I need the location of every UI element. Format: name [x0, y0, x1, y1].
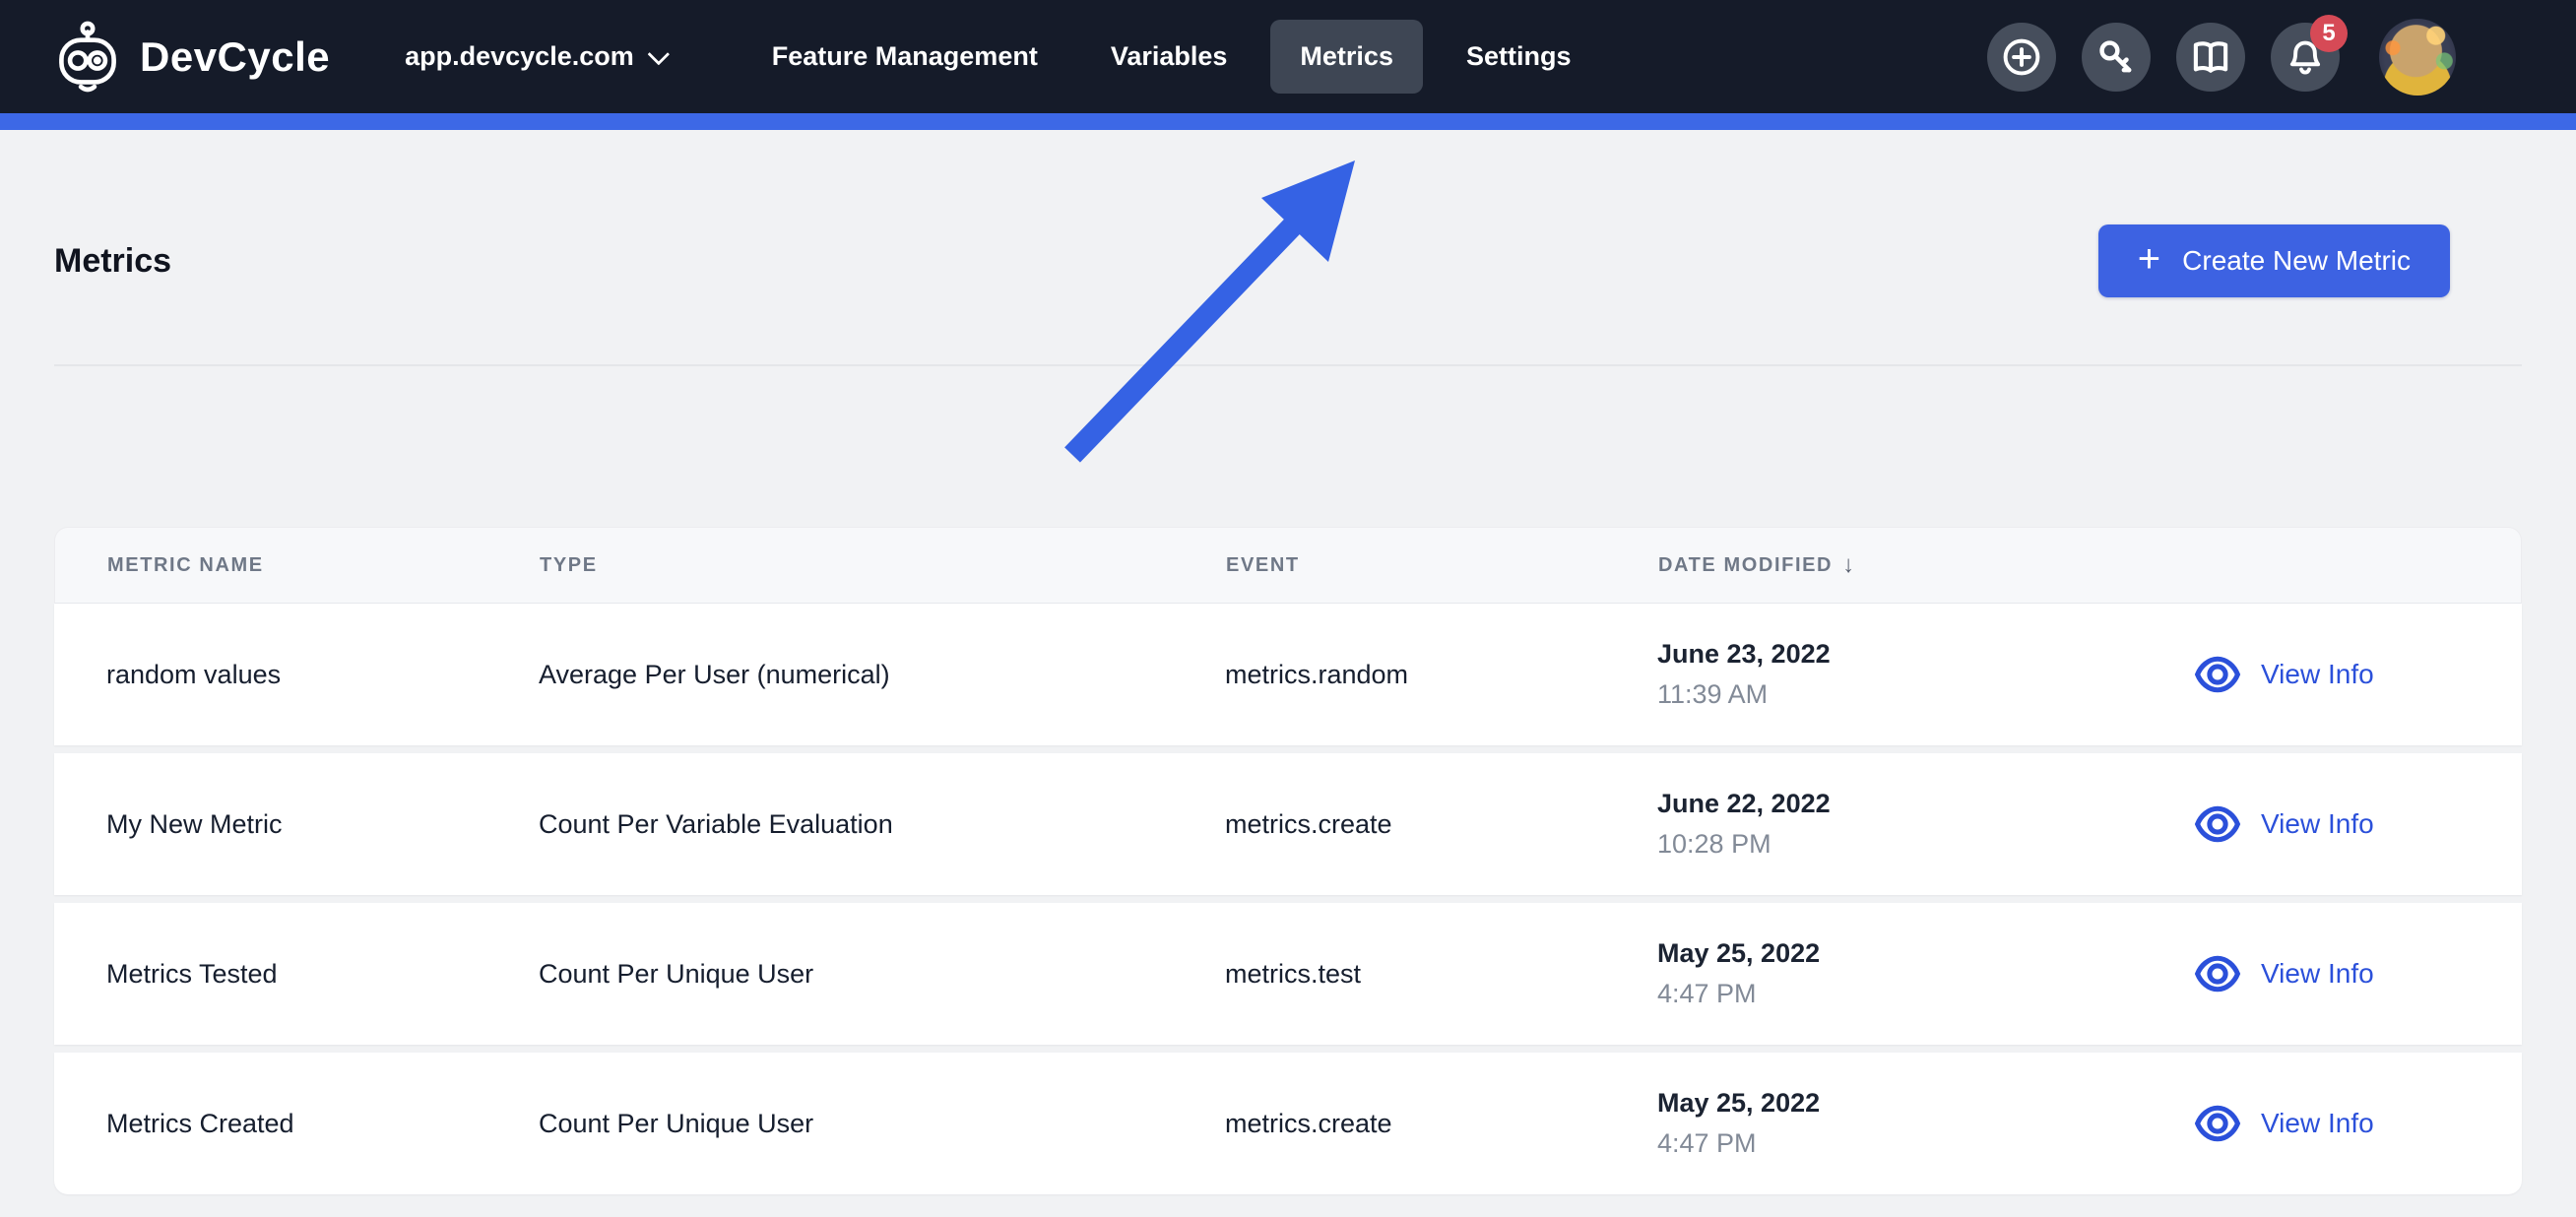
chevron-down-icon [647, 42, 670, 65]
notifications-button[interactable]: 5 [2271, 14, 2348, 92]
metric-name-cell: Metrics Created [106, 1108, 294, 1138]
nav-settings[interactable]: Settings [1437, 20, 1601, 94]
date-modified-cell: June 22, 2022 10:28 PM [1657, 789, 1831, 859]
view-info-link[interactable]: View Info [2194, 651, 2482, 698]
metrics-page: Metrics + Create New Metric Metric Name … [0, 130, 2576, 1194]
date-modified-cell: June 23, 2022 11:39 AM [1657, 639, 1831, 709]
table-body: random values Average Per User (numerica… [54, 604, 2522, 1194]
table-row: random values Average Per User (numerica… [54, 604, 2522, 745]
metric-name-cell: Metrics Tested [106, 958, 278, 989]
notification-badge: 5 [2310, 14, 2348, 52]
create-new-metric-label: Create New Metric [2182, 245, 2411, 276]
metric-type-cell: Count Per Variable Evaluation [539, 808, 893, 839]
api-keys-button[interactable] [2082, 22, 2151, 92]
metric-type-cell: Average Per User (numerical) [539, 659, 890, 689]
org-selector[interactable]: app.devcycle.com [405, 41, 670, 72]
column-header-date-modified[interactable]: Date Modified ↓ [1658, 551, 2195, 579]
key-icon [2099, 39, 2132, 72]
add-button[interactable] [1987, 22, 2056, 92]
date-modified-cell: May 25, 2022 4:47 PM [1657, 938, 1821, 1008]
page-title: Metrics [54, 241, 172, 280]
nav-variables[interactable]: Variables [1081, 20, 1257, 94]
create-new-metric-button[interactable]: + Create New Metric [2097, 224, 2450, 297]
accent-strip [0, 113, 2576, 130]
view-info-link[interactable]: View Info [2194, 950, 2482, 997]
metric-type-cell: Count Per Unique User [539, 958, 814, 989]
book-open-icon [2193, 40, 2228, 73]
eye-icon [2194, 955, 2241, 993]
user-avatar[interactable] [2379, 18, 2456, 96]
table-row: Metrics Created Count Per Unique User me… [54, 1053, 2522, 1194]
metric-event-cell: metrics.create [1225, 808, 1392, 839]
metric-event-cell: metrics.create [1225, 1108, 1392, 1138]
devcycle-robot-icon [59, 21, 116, 92]
metric-name-cell: random values [106, 659, 282, 689]
nav-feature-management[interactable]: Feature Management [742, 20, 1067, 94]
eye-icon [2194, 1105, 2241, 1142]
table-header-row: Metric Name Type Event Date Modified ↓ [54, 527, 2522, 604]
sort-desc-icon: ↓ [1842, 551, 1856, 578]
metric-event-cell: metrics.random [1225, 659, 1409, 689]
metrics-table: Metric Name Type Event Date Modified ↓ r… [54, 527, 2522, 1194]
view-info-link[interactable]: View Info [2194, 801, 2482, 848]
docs-button[interactable] [2176, 22, 2245, 92]
header-divider [54, 364, 2522, 366]
view-info-link[interactable]: View Info [2194, 1100, 2482, 1147]
metric-type-cell: Count Per Unique User [539, 1108, 814, 1138]
primary-nav: Feature Management Variables Metrics Set… [742, 20, 1615, 94]
brand-logo[interactable]: DevCycle [51, 21, 330, 94]
eye-icon [2194, 805, 2241, 843]
top-nav: DevCycle app.devcycle.com Feature Manage… [0, 0, 2576, 113]
page-header: Metrics + Create New Metric [54, 130, 2522, 297]
eye-icon [2194, 656, 2241, 693]
plus-circle-icon [2003, 38, 2040, 75]
metric-event-cell: metrics.test [1225, 958, 1362, 989]
plus-icon: + [2137, 237, 2161, 281]
column-header-event[interactable]: Event [1226, 554, 1658, 577]
table-row: My New Metric Count Per Variable Evaluat… [54, 753, 2522, 895]
nav-actions: 5 [1987, 14, 2456, 96]
date-modified-cell: May 25, 2022 4:47 PM [1657, 1088, 1821, 1158]
nav-metrics[interactable]: Metrics [1270, 20, 1423, 94]
column-header-metric-name[interactable]: Metric Name [107, 554, 540, 577]
brand-name: DevCycle [140, 32, 331, 80]
metric-name-cell: My New Metric [106, 808, 283, 839]
org-selector-label: app.devcycle.com [405, 41, 634, 71]
column-header-type[interactable]: Type [540, 554, 1226, 577]
table-row: Metrics Tested Count Per Unique User met… [54, 903, 2522, 1045]
